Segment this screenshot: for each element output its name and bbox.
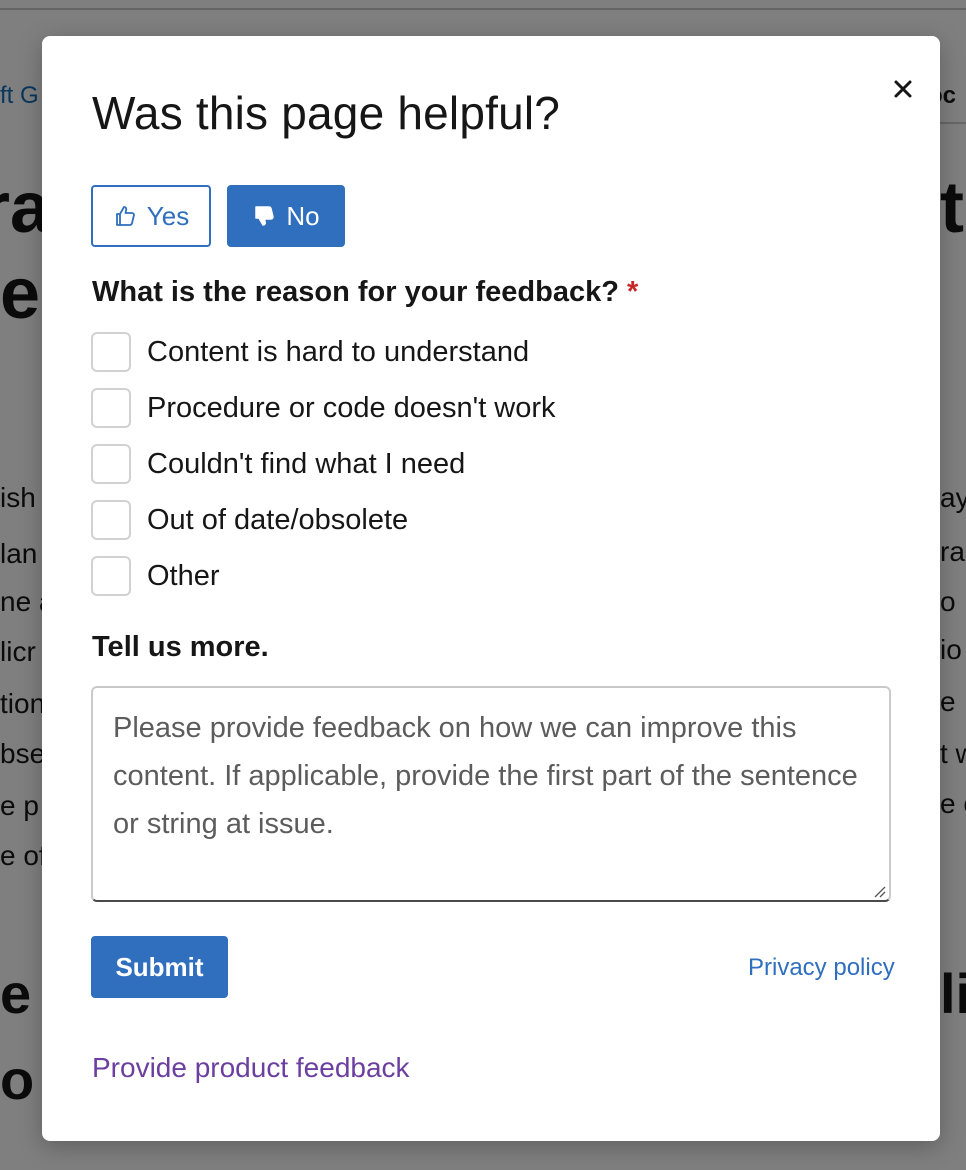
reason-option-label: Other [147,559,220,592]
no-button[interactable]: No [227,185,345,247]
close-icon [894,80,912,98]
tell-us-more-label: Tell us more. [92,631,269,663]
reason-option-code-doesnt-work[interactable]: Procedure or code doesn't work [91,388,556,428]
no-button-label: No [286,200,320,231]
yes-button[interactable]: Yes [91,185,211,247]
yes-button-label: Yes [146,200,190,231]
checkbox[interactable] [91,500,131,540]
dialog-title: Was this page helpful? [92,87,561,139]
thumbs-down-icon [255,206,275,226]
required-marker: * [626,276,639,308]
reason-option-label: Content is hard to understand [147,335,530,368]
reason-option-couldnt-find[interactable]: Couldn't find what I need [91,444,465,484]
reason-question-text: What is the reason for your feedback? [92,276,619,308]
reason-question: What is the reason for your feedback? * [92,276,638,309]
feedback-textarea[interactable] [91,686,891,902]
feedback-dialog: Was this page helpful? Yes No What is th… [42,36,940,1141]
reason-option-label: Couldn't find what I need [147,447,466,480]
thumbs-up-icon [115,206,135,226]
checkbox[interactable] [91,332,131,372]
reason-option-label: Out of date/obsolete [147,503,409,536]
reason-option-label: Procedure or code doesn't work [147,391,556,424]
reason-option-hard-to-understand[interactable]: Content is hard to understand [91,332,529,372]
product-feedback-link[interactable]: Provide product feedback [92,1052,410,1084]
checkbox[interactable] [91,556,131,596]
checkbox[interactable] [91,444,131,484]
checkbox[interactable] [91,388,131,428]
submit-button[interactable]: Submit [91,936,228,998]
reason-option-other[interactable]: Other [91,556,220,596]
privacy-policy-link[interactable]: Privacy policy [748,954,895,982]
reason-option-out-of-date[interactable]: Out of date/obsolete [91,500,408,540]
close-button[interactable] [888,74,918,104]
